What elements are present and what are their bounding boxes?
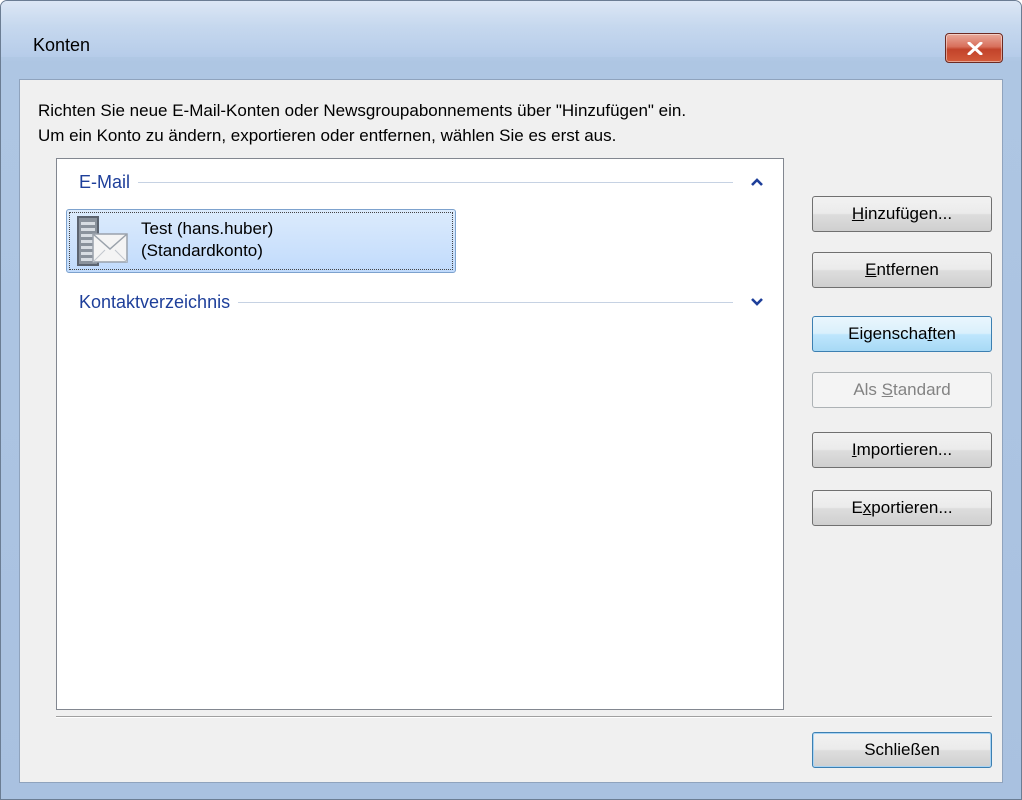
account-name: Test (hans.huber) [141, 219, 274, 238]
footer-separator [56, 716, 992, 718]
window-title: Konten [33, 35, 91, 55]
add-button-accelerator: H [851, 204, 865, 223]
group-header-email[interactable]: E-Mail [69, 171, 769, 193]
account-default-label: (Standardkonto) [141, 241, 263, 260]
instructions-line-1: Richten Sie neue E-Mail-Konten oder News… [38, 101, 687, 120]
dialog-client-area: Richten Sie neue E-Mail-Konten oder News… [19, 79, 1003, 783]
instructions-line-2: Um ein Konto zu ändern, exportieren oder… [38, 126, 617, 145]
group-divider [79, 182, 733, 183]
account-text: Test (hans.huber) (Standardkonto) [141, 218, 273, 262]
set-default-button-accelerator: S [881, 380, 893, 399]
chevron-down-icon[interactable] [749, 294, 765, 310]
accounts-list[interactable]: E-Mail Test (hans.huber) (Standardkonto)… [56, 158, 784, 710]
remove-button-accelerator: E [865, 260, 877, 279]
account-item-test[interactable]: Test (hans.huber) (Standardkonto) [66, 209, 456, 273]
close-button[interactable]: Schließen [812, 732, 992, 768]
instructions-text: Richten Sie neue E-Mail-Konten oder News… [38, 98, 686, 148]
close-icon [967, 42, 983, 55]
export-button[interactable]: Exportieren... [812, 490, 992, 526]
close-window-button[interactable] [945, 33, 1003, 63]
set-default-button[interactable]: Als Standard [812, 372, 992, 408]
add-button[interactable]: Hinzufügen... [812, 196, 992, 232]
group-label-email: E-Mail [79, 171, 139, 193]
title-bar[interactable]: Konten [1, 1, 1021, 63]
export-button-accelerator: x [862, 498, 872, 517]
remove-button[interactable]: Entfernen [812, 252, 992, 288]
group-header-directory[interactable]: Kontaktverzeichnis [69, 291, 769, 313]
chevron-up-icon[interactable] [749, 174, 765, 190]
properties-button[interactable]: Eigenschaften [812, 316, 992, 352]
accounts-dialog: Konten Richten Sie neue E-Mail-Konten od… [0, 0, 1022, 800]
mail-server-icon [77, 216, 128, 266]
group-label-directory: Kontaktverzeichnis [79, 291, 239, 313]
import-button[interactable]: Importieren... [812, 432, 992, 468]
